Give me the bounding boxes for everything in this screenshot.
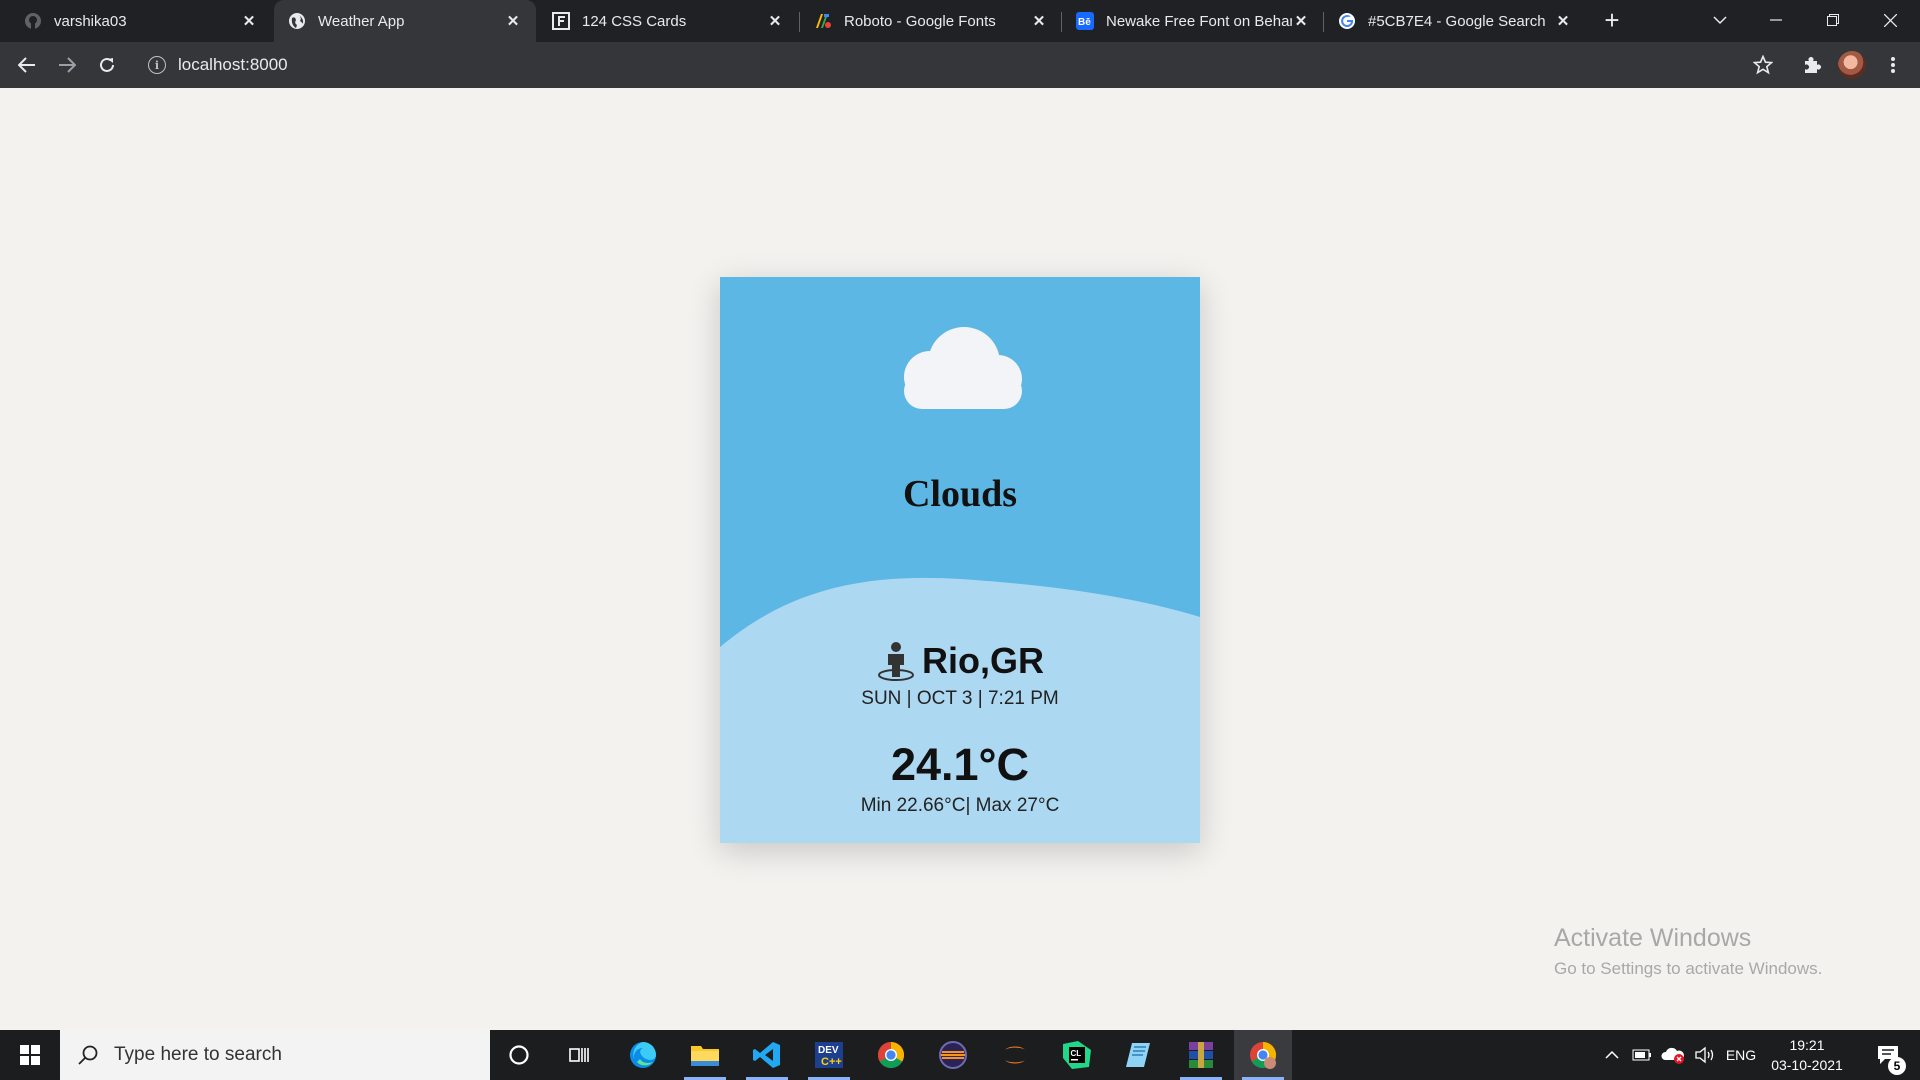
- edge-icon[interactable]: [614, 1030, 672, 1080]
- new-tab-button[interactable]: +: [1600, 7, 1624, 33]
- tab-weather-app[interactable]: Weather App ✕: [274, 0, 536, 42]
- close-icon[interactable]: ✕: [1030, 12, 1048, 30]
- close-icon[interactable]: ✕: [504, 12, 522, 30]
- clock-time: 19:21: [1789, 1037, 1825, 1053]
- windows-logo-icon: [20, 1045, 40, 1065]
- tab-title: varshika03: [54, 12, 127, 30]
- language-indicator[interactable]: ENG: [1722, 1030, 1760, 1080]
- github-icon: [24, 12, 42, 30]
- star-icon: [1753, 55, 1773, 75]
- forward-button[interactable]: [52, 50, 82, 80]
- minimize-icon: [1770, 19, 1782, 21]
- temperature: 24.1°C: [890, 739, 1030, 790]
- chrome-active-icon[interactable]: [1234, 1030, 1292, 1080]
- location-person-icon: [878, 642, 914, 681]
- eclipse-icon[interactable]: [924, 1030, 982, 1080]
- tab-title: Newake Free Font on Behance: [1106, 12, 1292, 30]
- search-icon: [78, 1045, 98, 1065]
- close-icon[interactable]: ✕: [1292, 12, 1310, 30]
- cloud-icon: [904, 327, 1022, 409]
- jupyter-icon[interactable]: [986, 1030, 1044, 1080]
- minimize-button[interactable]: [1748, 0, 1804, 40]
- weather-card: Clouds Rio,GR SUN | OCT 3 | 7:21 PM 24.1…: [720, 277, 1200, 843]
- file-explorer-icon[interactable]: [676, 1030, 734, 1080]
- taskbar-search-box[interactable]: Type here to search: [60, 1030, 490, 1080]
- activate-windows-watermark: Activate Windows Go to Settings to activ…: [1554, 924, 1822, 979]
- svg-text:Bē: Bē: [1078, 17, 1091, 28]
- chevron-down-icon: [1713, 16, 1727, 25]
- weather-condition: Clouds: [902, 473, 1018, 515]
- tab-css-cards[interactable]: 124 CSS Cards ✕: [538, 0, 798, 42]
- tab-title: Roboto - Google Fonts: [844, 12, 996, 30]
- close-icon[interactable]: ✕: [766, 12, 784, 30]
- address-bar[interactable]: i localhost:8000: [138, 48, 1768, 82]
- arrow-left-icon: [18, 57, 35, 73]
- dev-c-icon[interactable]: DEV C++: [800, 1030, 858, 1080]
- cortana-icon[interactable]: [490, 1030, 548, 1080]
- f-logo-icon: [552, 12, 570, 30]
- extensions-button[interactable]: [1797, 50, 1827, 80]
- min-max-temperature: Min 22.66°C| Max 27°C: [860, 795, 1060, 816]
- globe-icon: [288, 12, 306, 30]
- url-text[interactable]: localhost:8000: [178, 55, 288, 75]
- location-row: Rio,GR: [720, 640, 1200, 682]
- close-icon[interactable]: ✕: [240, 12, 258, 30]
- restore-icon: [1827, 14, 1839, 26]
- reload-icon: [100, 57, 114, 72]
- google-icon: [1338, 12, 1356, 30]
- windows-taskbar: Type here to search DEV C++ CL ENG 19:21…: [0, 1030, 1920, 1080]
- task-view-icon[interactable]: [550, 1030, 608, 1080]
- action-center-button[interactable]: 5: [1864, 1030, 1912, 1080]
- svg-text:CL: CL: [1071, 1049, 1082, 1058]
- onedrive-icon[interactable]: [1658, 1030, 1688, 1080]
- chrome-icon[interactable]: [862, 1030, 920, 1080]
- tab-roboto-fonts[interactable]: Roboto - Google Fonts ✕: [800, 0, 1062, 42]
- chevron-up-icon: [1605, 1050, 1619, 1059]
- tab-newake-behance[interactable]: Bē Newake Free Font on Behance ✕: [1062, 0, 1324, 42]
- watermark-subtitle: Go to Settings to activate Windows.: [1554, 959, 1823, 978]
- puzzle-icon: [1805, 57, 1821, 73]
- browser-tab-strip: varshika03 ✕ Weather App ✕ 124 CSS Cards…: [0, 0, 1920, 42]
- battery-icon[interactable]: [1628, 1030, 1656, 1080]
- menu-button[interactable]: [1878, 50, 1908, 80]
- vscode-icon[interactable]: [738, 1030, 796, 1080]
- info-icon[interactable]: i: [148, 56, 166, 74]
- notepad-icon[interactable]: [1110, 1030, 1168, 1080]
- tab-title: Weather App: [318, 12, 405, 30]
- behance-icon: Bē: [1076, 12, 1094, 30]
- volume-icon[interactable]: [1690, 1030, 1720, 1080]
- date-time: SUN | OCT 3 | 7:21 PM: [861, 688, 1059, 709]
- winrar-icon[interactable]: [1172, 1030, 1230, 1080]
- clion-icon[interactable]: CL: [1048, 1030, 1106, 1080]
- search-placeholder[interactable]: Type here to search: [114, 1044, 282, 1066]
- location-name: Rio,GR: [922, 640, 1044, 681]
- tab-google-search[interactable]: #5CB7E4 - Google Search ✕: [1324, 0, 1586, 42]
- restore-button[interactable]: [1805, 0, 1861, 40]
- tab-varshika03[interactable]: varshika03 ✕: [10, 0, 272, 42]
- close-window-button[interactable]: [1862, 0, 1918, 40]
- watermark-title: Activate Windows: [1554, 924, 1752, 952]
- clock-date: 03-10-2021: [1771, 1057, 1843, 1073]
- start-button[interactable]: [0, 1030, 60, 1080]
- kebab-menu-icon: [1891, 57, 1895, 73]
- tab-search-button[interactable]: [1692, 0, 1748, 40]
- close-icon: [1883, 13, 1897, 27]
- close-icon[interactable]: ✕: [1554, 12, 1572, 30]
- reload-button[interactable]: [92, 50, 122, 80]
- svg-text:C++: C++: [821, 1056, 842, 1068]
- profile-avatar[interactable]: [1838, 51, 1866, 79]
- svg-text:DEV: DEV: [818, 1045, 839, 1056]
- taskbar-clock[interactable]: 19:21 03-10-2021: [1762, 1035, 1852, 1075]
- google-fonts-icon: [814, 12, 832, 30]
- arrow-right-icon: [59, 57, 76, 73]
- bookmark-button[interactable]: [1748, 50, 1778, 80]
- tab-title: 124 CSS Cards: [582, 12, 687, 30]
- browser-toolbar: i localhost:8000: [0, 42, 1920, 88]
- tab-title: #5CB7E4 - Google Search: [1368, 12, 1546, 30]
- show-hidden-icons-button[interactable]: [1600, 1030, 1624, 1080]
- back-button[interactable]: [12, 50, 42, 80]
- notification-count-badge: 5: [1888, 1057, 1906, 1075]
